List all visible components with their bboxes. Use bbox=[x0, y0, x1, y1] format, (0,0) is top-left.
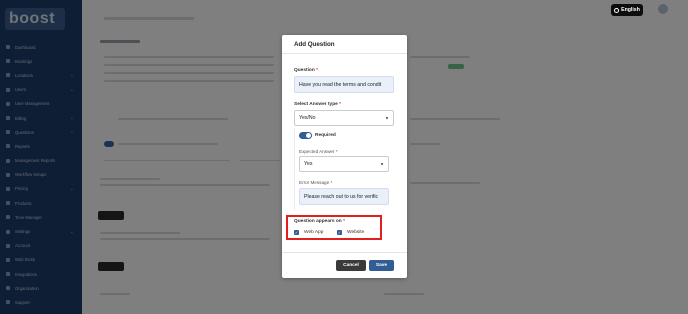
required-asterisk: * bbox=[330, 180, 333, 185]
error-message-label-text: Error Message bbox=[299, 180, 330, 185]
expected-answer-label-text: Expected Answer bbox=[299, 149, 335, 154]
question-label-text: Question bbox=[294, 68, 315, 73]
question-input-value: Have you read the terms and condit bbox=[299, 81, 382, 88]
required-toggle[interactable] bbox=[299, 132, 312, 139]
question-input[interactable]: Have you read the terms and condit bbox=[294, 76, 394, 93]
required-asterisk: * bbox=[316, 68, 319, 73]
error-message-label: Error Message * bbox=[299, 180, 332, 185]
toggle-knob bbox=[306, 133, 311, 138]
answer-type-select[interactable]: Yes/No ▼ bbox=[294, 110, 394, 126]
highlight-box bbox=[286, 215, 382, 240]
language-label: English bbox=[621, 7, 640, 13]
modal-header: Add Question bbox=[282, 35, 407, 54]
required-asterisk: * bbox=[335, 149, 338, 154]
expected-answer-select[interactable]: Yes ▼ bbox=[299, 156, 389, 172]
caret-down-icon: ▼ bbox=[380, 161, 384, 167]
answer-type-value: Yes/No bbox=[299, 115, 316, 121]
cancel-button[interactable]: Cancel bbox=[336, 260, 366, 271]
expected-answer-value: Yes bbox=[304, 161, 313, 167]
required-asterisk: * bbox=[339, 102, 342, 107]
answer-type-label-text: Select Answer type bbox=[294, 102, 338, 107]
error-message-input[interactable]: Please reach out to us for verific bbox=[299, 188, 389, 205]
save-button[interactable]: Save bbox=[369, 260, 394, 271]
caret-down-icon: ▼ bbox=[385, 115, 389, 121]
modal-title: Add Question bbox=[294, 41, 335, 48]
language-button[interactable]: English bbox=[611, 4, 643, 16]
answer-type-label: Select Answer type * bbox=[294, 102, 341, 107]
error-message-value: Please reach out to us for verific bbox=[304, 193, 379, 200]
required-toggle-label: Required bbox=[315, 133, 336, 138]
modal-footer-divider bbox=[282, 252, 407, 253]
expected-answer-label: Expected Answer * bbox=[299, 149, 338, 154]
question-label: Question * bbox=[294, 68, 318, 73]
globe-icon bbox=[614, 7, 620, 13]
